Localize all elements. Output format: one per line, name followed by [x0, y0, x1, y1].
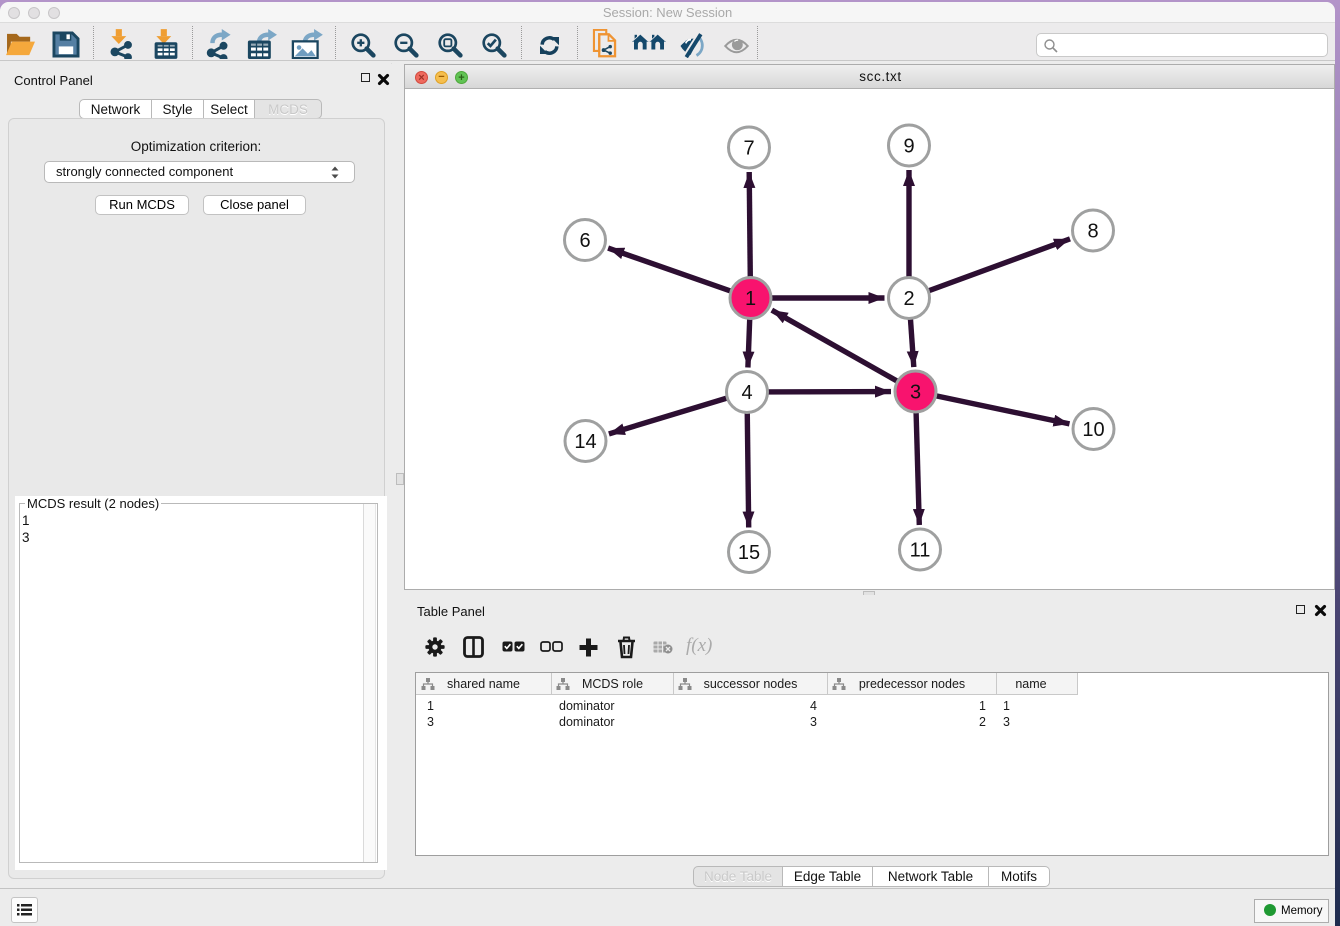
svg-text:7: 7	[743, 138, 754, 160]
svg-text:14: 14	[574, 431, 596, 453]
svg-text:2: 2	[903, 288, 914, 310]
svg-text:10: 10	[1082, 419, 1104, 441]
svg-text:6: 6	[579, 230, 590, 252]
svg-text:9: 9	[903, 136, 914, 158]
svg-text:1: 1	[745, 288, 756, 310]
svg-text:3: 3	[910, 382, 921, 404]
svg-text:11: 11	[910, 540, 931, 562]
svg-text:4: 4	[741, 382, 752, 404]
svg-text:8: 8	[1087, 221, 1098, 243]
svg-text:15: 15	[738, 542, 760, 564]
